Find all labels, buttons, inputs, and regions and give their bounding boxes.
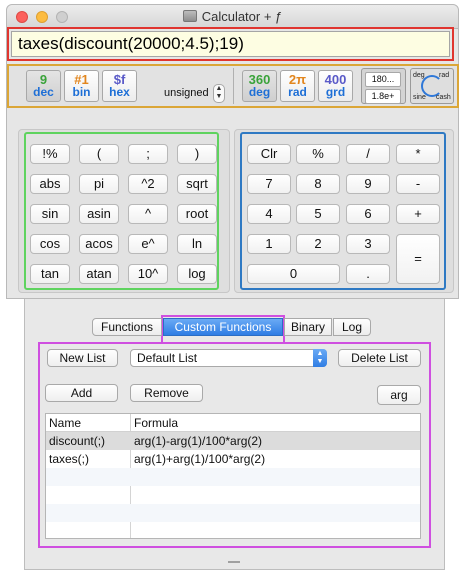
key-7[interactable]: 7 (247, 174, 291, 194)
function-formula: arg(1)+arg(1)/100*arg(2) (134, 452, 266, 466)
key-minus[interactable]: - (396, 174, 440, 194)
delete-list-button[interactable]: Delete List (338, 349, 421, 367)
key-close-paren[interactable]: ) (177, 144, 217, 164)
number-keypad: Clr % / * 7 8 9 - 4 5 6 + 1 2 3 0 . = (240, 132, 446, 290)
expression-input[interactable]: taxes(discount(20000;4.5);19) (11, 31, 450, 57)
arg-button[interactable]: arg (377, 385, 421, 405)
key-acos[interactable]: acos (79, 234, 119, 254)
custom-functions-table: Name Formula discount(;) arg(1)-arg(1)/1… (45, 413, 421, 539)
toggle-rad-label: rad (439, 72, 450, 79)
table-row[interactable]: discount(;) arg(1)-arg(1)/100*arg(2) (46, 432, 420, 450)
base-dec-button[interactable]: 9 dec (26, 70, 61, 102)
signedness-label: unsigned (164, 87, 209, 99)
title-bar[interactable]: Calculator + ƒ (7, 5, 458, 29)
key-open-paren[interactable]: ( (79, 144, 119, 164)
table-row-empty (46, 486, 420, 504)
mode-bar-divider (233, 68, 234, 104)
key-pi[interactable]: pi (79, 174, 119, 194)
key-atan[interactable]: atan (79, 264, 119, 284)
window-title: Calculator + ƒ (7, 9, 458, 24)
toggle-deg-label: deg (413, 72, 425, 79)
function-name: taxes(;) (49, 452, 90, 466)
key-percent[interactable]: % (296, 144, 340, 164)
key-root[interactable]: root (177, 204, 217, 224)
tab-custom-functions[interactable]: Custom Functions (163, 318, 283, 336)
calculator-app-icon (182, 10, 197, 22)
new-list-button[interactable]: New List (47, 349, 118, 367)
tab-log[interactable]: Log (333, 318, 371, 336)
key-tan[interactable]: tan (30, 264, 70, 284)
column-header-formula[interactable]: Formula (134, 414, 178, 432)
key-semicolon[interactable]: ; (128, 144, 168, 164)
key-3[interactable]: 3 (346, 234, 390, 254)
angle-deg-label: deg (248, 85, 271, 99)
key-0[interactable]: 0 (247, 264, 340, 284)
angle-grd-button[interactable]: 400 grd (318, 70, 353, 102)
key-decimal[interactable]: . (346, 264, 390, 284)
key-power[interactable]: ^ (128, 204, 168, 224)
key-1[interactable]: 1 (247, 234, 291, 254)
toggle-sine-label: sine (413, 94, 426, 101)
key-ln[interactable]: ln (177, 234, 217, 254)
key-sin[interactable]: sin (30, 204, 70, 224)
table-row-empty (46, 522, 420, 538)
expression-highlight: taxes(discount(20000;4.5);19) (7, 27, 454, 61)
angle-rad-button[interactable]: 2π rad (280, 70, 315, 102)
key-abs[interactable]: abs (30, 174, 70, 194)
toggle-cash-label: cash (436, 94, 451, 101)
key-sqrt[interactable]: sqrt (177, 174, 217, 194)
signedness-stepper[interactable]: ▲ ▼ (213, 84, 225, 103)
mode-bar: 9 dec #1 bin $f hex unsigned ▲ ▼ 360 deg … (7, 64, 459, 108)
key-square[interactable]: ^2 (128, 174, 168, 194)
key-5[interactable]: 5 (296, 204, 340, 224)
tab-functions[interactable]: Functions (92, 318, 162, 336)
function-formula: arg(1)-arg(1)/100*arg(2) (134, 434, 263, 448)
key-factorial-percent[interactable]: !% (30, 144, 70, 164)
tab-binary[interactable]: Binary (284, 318, 332, 336)
window-title-text: Calculator + ƒ (201, 9, 283, 24)
key-equals[interactable]: = (396, 234, 440, 284)
key-8[interactable]: 8 (296, 174, 340, 194)
key-ten-power[interactable]: 10^ (128, 264, 168, 284)
key-plus[interactable]: + (396, 204, 440, 224)
add-function-button[interactable]: Add (45, 384, 118, 402)
key-6[interactable]: 6 (346, 204, 390, 224)
table-row-empty (46, 468, 420, 486)
select-arrows-icon: ▲ ▼ (313, 349, 327, 367)
remove-function-button[interactable]: Remove (130, 384, 203, 402)
key-9[interactable]: 9 (346, 174, 390, 194)
key-multiply[interactable]: * (396, 144, 440, 164)
drawer-resize-grip[interactable] (228, 561, 240, 563)
function-list-value: Default List (137, 351, 198, 365)
column-header-name[interactable]: Name (49, 414, 81, 432)
table-row[interactable]: taxes(;) arg(1)+arg(1)/100*arg(2) (46, 450, 420, 468)
function-keypad: !% ( ; ) abs pi ^2 sqrt sin asin ^ root … (24, 132, 219, 290)
function-name: discount(;) (49, 434, 106, 448)
base-hex-label: hex (109, 85, 130, 99)
angle-grd-label: grd (325, 85, 346, 99)
angle-deg-button[interactable]: 360 deg (242, 70, 277, 102)
key-2[interactable]: 2 (296, 234, 340, 254)
base-hex-button[interactable]: $f hex (102, 70, 137, 102)
key-clear[interactable]: Clr (247, 144, 291, 164)
key-4[interactable]: 4 (247, 204, 291, 224)
table-header: Name Formula (46, 414, 420, 432)
key-divide[interactable]: / (346, 144, 390, 164)
angle-mode-toggle[interactable]: deg rad sine cash (410, 68, 454, 104)
key-asin[interactable]: asin (79, 204, 119, 224)
base-bin-button[interactable]: #1 bin (64, 70, 99, 102)
function-list-select[interactable]: Default List ▲ ▼ (130, 349, 327, 367)
key-log[interactable]: log (177, 264, 217, 284)
table-row-empty (46, 504, 420, 522)
base-bin-label: bin (72, 85, 91, 99)
key-exp[interactable]: e^ (128, 234, 168, 254)
precision-scientific-button[interactable]: 1.8e+ (365, 89, 401, 104)
angle-rad-label: rad (288, 85, 307, 99)
key-cos[interactable]: cos (30, 234, 70, 254)
precision-fixed-button[interactable]: 180... (365, 72, 401, 87)
base-dec-label: dec (33, 85, 54, 99)
